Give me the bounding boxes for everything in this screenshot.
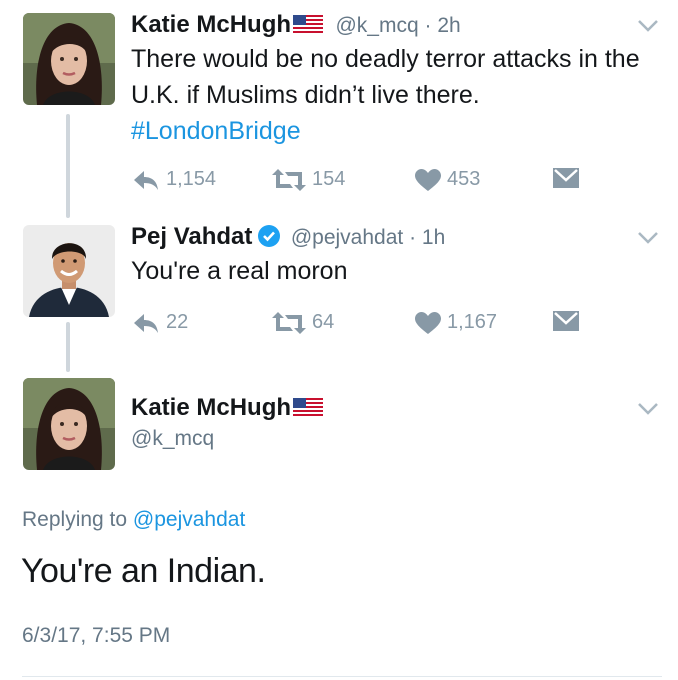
us-flag-icon	[293, 398, 324, 423]
tweet-1-like-count: 453	[447, 168, 481, 190]
tweet-1-reply-count: 1,154	[166, 168, 217, 190]
chevron-down-icon[interactable]	[637, 19, 659, 38]
tweet-1-time[interactable]: 2h	[437, 14, 460, 37]
replying-to: Replying to @pejvahdat	[22, 508, 246, 531]
tweet-1-text: There would be no deadly terror attacks …	[131, 45, 640, 109]
tweet-1-author-name[interactable]: Katie McHugh	[131, 11, 291, 38]
heart-icon	[415, 168, 441, 191]
tweet-1-reply-button[interactable]: 1,154	[132, 168, 216, 191]
tweet-2-author-name[interactable]: Pej Vahdat	[131, 223, 252, 250]
tweet-2-reply-count: 22	[166, 311, 189, 333]
focused-timestamp[interactable]: 6/3/17, 7:55 PM	[22, 624, 170, 648]
tweet-2-like-button[interactable]: 1,167	[415, 311, 497, 334]
thread-line	[66, 322, 70, 372]
tweet-1-handle[interactable]: @k_mcq	[335, 14, 418, 37]
thread-line	[66, 114, 70, 218]
reply-icon	[134, 313, 158, 333]
tweet-1-hashtag[interactable]: #LondonBridge	[131, 113, 301, 149]
reply-icon	[134, 170, 158, 190]
envelope-icon[interactable]	[553, 168, 579, 193]
tweet-2-retweet-button[interactable]: 64	[272, 311, 334, 334]
tweet-2-like-count: 1,167	[447, 311, 498, 333]
tweet-2-handle[interactable]: @pejvahdat	[291, 226, 403, 249]
tweet-1-header: Katie McHugh @k_mcq · 2h	[131, 11, 461, 40]
chevron-down-icon[interactable]	[637, 402, 659, 421]
divider	[22, 676, 662, 677]
avatar-katie[interactable]	[23, 13, 115, 105]
chevron-down-icon[interactable]	[637, 231, 659, 250]
tweet-1-retweet-button[interactable]: 154	[272, 168, 345, 191]
focused-text: You're an Indian.	[21, 552, 266, 590]
retweet-icon	[272, 311, 306, 334]
retweet-icon	[272, 168, 306, 191]
avatar-pej[interactable]	[23, 225, 115, 317]
focused-author-name[interactable]: Katie McHugh	[131, 394, 291, 421]
tweet-2-text: You're a real moron	[131, 257, 348, 285]
envelope-icon[interactable]	[553, 311, 579, 336]
avatar-katie[interactable]	[23, 378, 115, 470]
heart-icon	[415, 311, 441, 334]
tweet-1-retweet-count: 154	[312, 168, 346, 190]
tweet-2-reply-button[interactable]: 22	[132, 311, 188, 334]
tweet-2-header: Pej Vahdat @pejvahdat · 1h	[131, 223, 446, 252]
focused-header-name: Katie McHugh	[131, 394, 324, 423]
tweet-2-retweet-count: 64	[312, 311, 335, 333]
tweet-1-like-button[interactable]: 453	[415, 168, 480, 191]
verified-badge-icon	[258, 225, 281, 252]
us-flag-icon	[293, 15, 324, 40]
tweet-2-time[interactable]: 1h	[422, 226, 445, 249]
replying-to-link[interactable]: @pejvahdat	[133, 508, 245, 531]
focused-handle[interactable]: @k_mcq	[131, 427, 214, 451]
